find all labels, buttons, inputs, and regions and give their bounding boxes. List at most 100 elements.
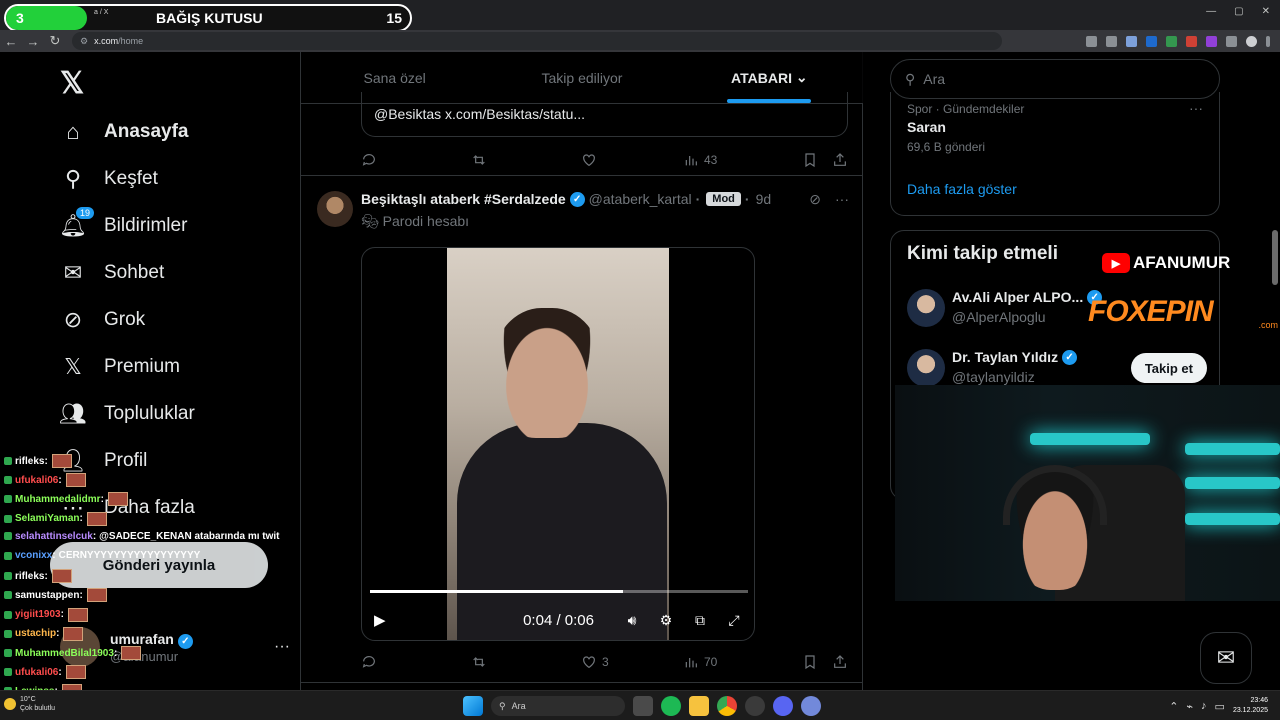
trend-category: Spor · Gündemdekiler — [907, 102, 1025, 116]
extension-icon[interactable] — [1166, 35, 1177, 47]
share-button[interactable] — [832, 654, 848, 670]
spotify-icon[interactable] — [661, 696, 681, 716]
bookmark-button[interactable] — [802, 152, 818, 168]
taskbar-search[interactable]: ⚲ Ara — [491, 696, 625, 716]
bookmark-button[interactable] — [802, 654, 818, 670]
repost-button[interactable] — [471, 654, 581, 670]
follow-suggestion[interactable]: Dr. Taylan Yıldız ✓ @taylanyildiz Takip e… — [907, 347, 1207, 389]
reply-button[interactable] — [361, 152, 471, 168]
more-options-icon[interactable]: ··· — [835, 191, 849, 207]
weather-icon — [4, 698, 16, 710]
nav-item-home[interactable]: ⌂ Anasayfa — [60, 112, 189, 152]
site-info-icon[interactable]: ⚙ — [80, 36, 88, 47]
obs-icon[interactable] — [745, 696, 765, 716]
chat-separator: : — [44, 570, 48, 582]
maximize-icon[interactable]: ▢ — [1234, 6, 1243, 17]
donation-box-overlay: 3 a / X BAĞIŞ KUTUSU 15 — [4, 4, 412, 32]
volume-icon[interactable]: ♪ — [1201, 700, 1207, 712]
messages-drawer-button[interactable]: ✉ — [1200, 632, 1252, 684]
avatar[interactable] — [317, 191, 353, 227]
windows-taskbar: 10°C Çok bulutlu ⚲ Ara ⌃ ⌁ ♪ ▭ 23:46 23.12.… — [0, 690, 1280, 720]
nav-item-explore[interactable]: ⚲ Keşfet — [60, 159, 158, 199]
more-options-icon[interactable]: ··· — [1189, 100, 1203, 116]
taskbar-clock[interactable]: 23:46 23.12.2025 — [1233, 696, 1268, 716]
fullscreen-icon[interactable]: ⤢ — [724, 612, 744, 629]
nav-item-messages[interactable]: ✉ Sohbet — [60, 253, 164, 293]
post-time[interactable]: 9d — [756, 191, 772, 207]
nav-item-notifications[interactable]: 🔔︎ 19 Bildirimler — [59, 206, 187, 246]
trend-name[interactable]: Saran — [907, 119, 946, 135]
views-button[interactable]: 70 — [683, 654, 783, 670]
nav-item-grok[interactable]: ⊘ Grok — [60, 300, 145, 340]
close-icon[interactable]: ✕ — [1262, 6, 1270, 17]
zoom-icon[interactable] — [1106, 35, 1117, 47]
menu-icon[interactable] — [1266, 35, 1270, 47]
repost-button[interactable] — [471, 152, 581, 168]
like-button[interactable]: 3 — [581, 654, 683, 670]
chat-emote-icon — [51, 569, 72, 584]
search-icon: ⚲ — [64, 166, 82, 191]
like-button[interactable] — [581, 152, 683, 168]
minimize-icon[interactable]: — — [1206, 6, 1216, 17]
nav-label: Grok — [104, 309, 146, 330]
follow-button[interactable]: Takip et — [1130, 353, 1207, 383]
show-more-link[interactable]: Daha fazla göster — [907, 181, 1017, 197]
forward-icon[interactable]: → — [22, 30, 44, 52]
donation-left-count: 3 — [16, 10, 24, 26]
weather-widget[interactable]: 10°C Çok bulutlu — [4, 695, 55, 713]
profile-icon[interactable] — [1246, 35, 1257, 47]
post-button[interactable]: Gönderi yayınla — [50, 542, 268, 588]
chat-text: CERNYYYYYYYYYYYYYYYYY — [58, 550, 201, 561]
reply-button[interactable] — [361, 654, 471, 670]
settings-gear-icon[interactable]: ⚙ — [656, 612, 676, 629]
nav-item-communities[interactable]: 👥︎ Topluluklar — [59, 394, 195, 434]
chat-separator: : — [100, 493, 104, 505]
discord-icon[interactable] — [801, 696, 821, 716]
puzzle-icon[interactable] — [1226, 35, 1237, 47]
views-button[interactable]: 43 — [683, 152, 783, 168]
suggestion-name: Dr. Taylan Yıldız ✓ — [952, 349, 1078, 365]
chevron-up-icon[interactable]: ⌃ — [1169, 700, 1178, 713]
more-options-icon[interactable]: ··· — [274, 638, 290, 656]
nav-label: Premium — [104, 356, 181, 377]
browser-toolbar: ← → ↻ ⚙ x.com/home — [0, 30, 1280, 52]
extension-icon[interactable] — [1146, 35, 1157, 47]
chat-username: yigiit1903 — [15, 609, 61, 621]
bookmark-star-icon[interactable] — [1126, 35, 1137, 47]
cast-icon[interactable] — [1086, 35, 1097, 47]
chrome-icon[interactable] — [717, 696, 737, 716]
video-progress-bar[interactable] — [370, 590, 748, 593]
search-input[interactable]: ⚲ Ara — [890, 59, 1220, 99]
chat-message: ustachip : — [4, 626, 84, 641]
network-icon[interactable]: ⌁ — [1186, 700, 1193, 713]
grok-icon[interactable]: ⊘ — [809, 191, 821, 208]
nav-item-premium[interactable]: 𝕏 Premium — [60, 347, 180, 387]
extension-icon[interactable] — [1186, 35, 1197, 47]
nav-label: Anasayfa — [104, 121, 189, 142]
reload-icon[interactable]: ↻ — [44, 30, 66, 52]
chat-message: SelamiYaman : — [4, 511, 107, 526]
file-explorer-icon[interactable] — [689, 696, 709, 716]
x-logo-icon[interactable]: 𝕏 — [60, 66, 84, 101]
language-icon[interactable]: ▭ — [1215, 700, 1225, 713]
post-author[interactable]: Beşiktaşlı ataberk #Serdalzede ✓ @ataber… — [361, 191, 771, 207]
quoted-post[interactable]: @Besiktas x.com/Besiktas/statu... — [361, 92, 848, 137]
chat-username: ufukali06 — [15, 474, 59, 486]
address-bar[interactable]: ⚙ x.com/home — [72, 32, 1002, 50]
messenger-icon[interactable] — [773, 696, 793, 716]
video-player[interactable]: ▶ 0:04 / 0:06 🔊︎ ⚙ ⧉ ⤢ — [361, 247, 755, 641]
dot-separator: · — [695, 191, 701, 207]
play-icon[interactable]: ▶ — [374, 611, 386, 629]
pip-icon[interactable]: ⧉ — [690, 612, 710, 629]
platform-icon — [4, 629, 12, 638]
scrollbar-thumb[interactable] — [1272, 230, 1278, 285]
extension-icon[interactable] — [1206, 35, 1217, 47]
platform-icon — [4, 514, 12, 523]
chat-emote-icon — [65, 473, 86, 488]
repost-icon — [473, 155, 485, 165]
share-button[interactable] — [832, 152, 848, 168]
volume-icon[interactable]: 🔊︎ — [622, 612, 642, 629]
task-view-icon[interactable] — [633, 696, 653, 716]
back-icon[interactable]: ← — [0, 30, 22, 52]
windows-start-icon[interactable] — [463, 696, 483, 716]
